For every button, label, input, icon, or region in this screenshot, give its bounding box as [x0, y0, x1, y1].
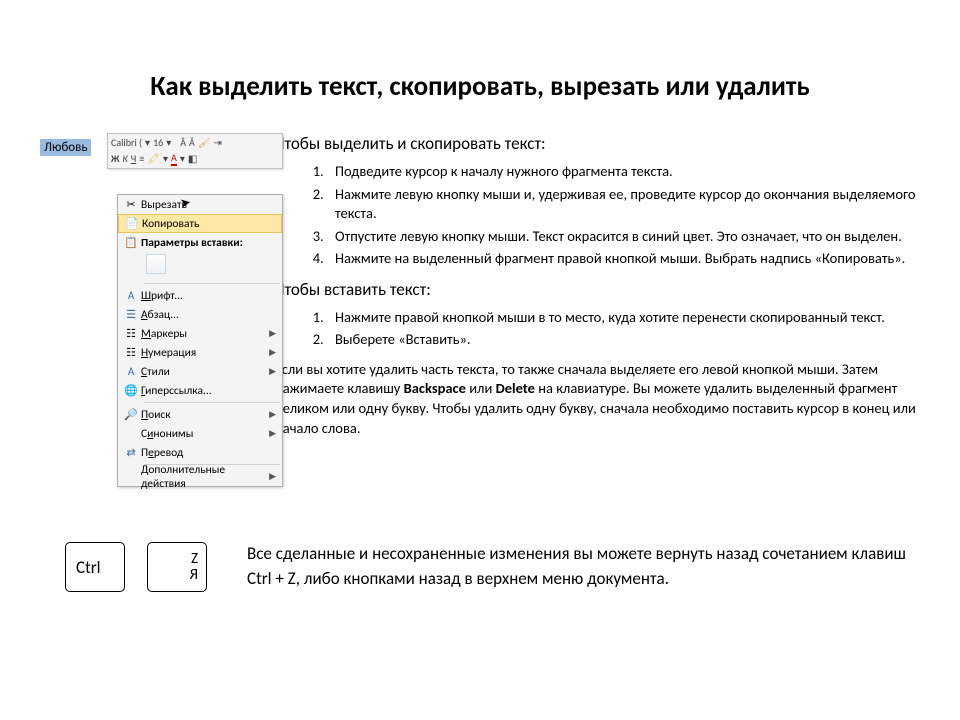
grow-font-icon[interactable]: Â [180, 136, 186, 149]
paste-options-row [118, 252, 282, 281]
scissors-icon: ✂ [121, 198, 141, 211]
styles-icon: A [121, 365, 141, 378]
italic-button[interactable]: К [122, 152, 127, 165]
search-icon: 🔎 [121, 408, 141, 421]
menu-item-paste-options: 📋 Параметры вставки: [118, 233, 282, 252]
translate-icon: ⇄ [121, 446, 141, 459]
numbering-icon: ☷ [121, 346, 141, 359]
submenu-arrow-icon: ▶ [269, 328, 278, 339]
steps-list-2: Нажмите правой кнопкой мыши в то место, … [275, 308, 920, 350]
highlight-icon[interactable]: 🖍 [147, 152, 160, 165]
word-screenshot: Любовь Calibri ( ▾ 16 ▾ Â Ǎ 🖌 ⇥ Ж К Ч … [40, 133, 260, 487]
z-key: Z Я [147, 542, 207, 592]
clipboard-icon: 📋 [121, 236, 141, 249]
font-size[interactable]: 16 [153, 136, 163, 149]
paragraph-icon: ☰ [121, 308, 141, 321]
copy-icon: 📄 [122, 217, 142, 230]
font-name[interactable]: Calibri ( [111, 136, 142, 149]
hyperlink-icon: 🌐 [121, 384, 141, 397]
keyboard-keys: Ctrl Z Я [65, 542, 207, 592]
menu-item-copy[interactable]: 📄 Копировать [118, 214, 282, 233]
menu-item-font[interactable]: A Шрифт... [118, 286, 282, 305]
menu-item-numbering[interactable]: ☷ Нумерация ▶ [118, 343, 282, 362]
context-menu: ✂ Вырезать 📄 Копировать 📋 Параметры вста… [117, 194, 283, 487]
list-item: Подведите курсор к началу нужного фрагме… [327, 162, 920, 182]
format-painter-icon[interactable]: 🖌 [198, 136, 211, 149]
list-item: Нажмите левую кнопку мыши и, удерживая е… [327, 185, 920, 224]
indent-icon[interactable]: ⇥ [214, 136, 222, 149]
ctrl-key: Ctrl [65, 542, 125, 592]
delete-instructions: Если вы хотите удалить часть текста, то … [275, 360, 920, 438]
styles-icon[interactable]: ◧ [188, 152, 197, 165]
list-item: Нажмите правой кнопкой мыши в то место, … [327, 308, 920, 328]
mini-toolbar: Calibri ( ▾ 16 ▾ Â Ǎ 🖌 ⇥ Ж К Ч ≡ 🖍▾ A▾… [107, 133, 283, 169]
underline-button[interactable]: Ч [131, 152, 137, 165]
bullets-icon: ☷ [121, 327, 141, 340]
submenu-arrow-icon: ▶ [269, 471, 278, 482]
submenu-arrow-icon: ▶ [269, 428, 278, 439]
instructions-column: Чтобы выделить и скопировать текст: Подв… [275, 133, 920, 487]
menu-item-hyperlink[interactable]: 🌐 Гиперссылка... [118, 381, 282, 400]
list-item: Нажмите на выделенный фрагмент правой кн… [327, 249, 920, 269]
chevron-down-icon[interactable]: ▾ [166, 136, 171, 149]
section-heading: Чтобы выделить и скопировать текст: [275, 133, 920, 156]
bold-button[interactable]: Ж [111, 152, 119, 165]
menu-item-search[interactable]: 🔎 Поиск ▶ [118, 405, 282, 424]
paste-option-icon[interactable] [146, 254, 166, 274]
undo-instructions: Все сделанные и несохраненные изменения … [247, 542, 910, 591]
align-icon[interactable]: ≡ [139, 152, 144, 165]
font-color-icon[interactable]: A [171, 151, 177, 166]
cursor-icon: ➤ [179, 195, 192, 212]
list-item: Отпустите левую кнопку мыши. Текст окрас… [327, 227, 920, 247]
menu-item-additional[interactable]: Дополнительные действия ▶ [118, 467, 282, 486]
submenu-arrow-icon: ▶ [269, 347, 278, 358]
section-heading: Чтобы вставить текст: [275, 279, 920, 302]
menu-item-cut[interactable]: ✂ Вырезать [118, 195, 282, 214]
menu-item-translate[interactable]: ⇄ Перевод [118, 443, 282, 462]
menu-item-paragraph[interactable]: ☰ Абзац... [118, 305, 282, 324]
page-title: Как выделить текст, скопировать, вырезат… [0, 0, 960, 113]
chevron-down-icon[interactable]: ▾ [145, 136, 150, 149]
submenu-arrow-icon: ▶ [269, 409, 278, 420]
steps-list-1: Подведите курсор к началу нужного фрагме… [275, 162, 920, 269]
selected-text: Любовь [40, 139, 91, 156]
shrink-font-icon[interactable]: Ǎ [189, 136, 195, 149]
list-item: Выберете «Вставить». [327, 330, 920, 350]
submenu-arrow-icon: ▶ [269, 366, 278, 377]
menu-item-bullets[interactable]: ☷ Маркеры ▶ [118, 324, 282, 343]
chevron-down-icon[interactable]: ▾ [163, 152, 168, 165]
menu-item-synonyms[interactable]: Синонимы ▶ [118, 424, 282, 443]
chevron-down-icon[interactable]: ▾ [180, 152, 185, 165]
menu-item-styles[interactable]: A Стили ▶ [118, 362, 282, 381]
font-dialog-icon: A [121, 289, 141, 302]
